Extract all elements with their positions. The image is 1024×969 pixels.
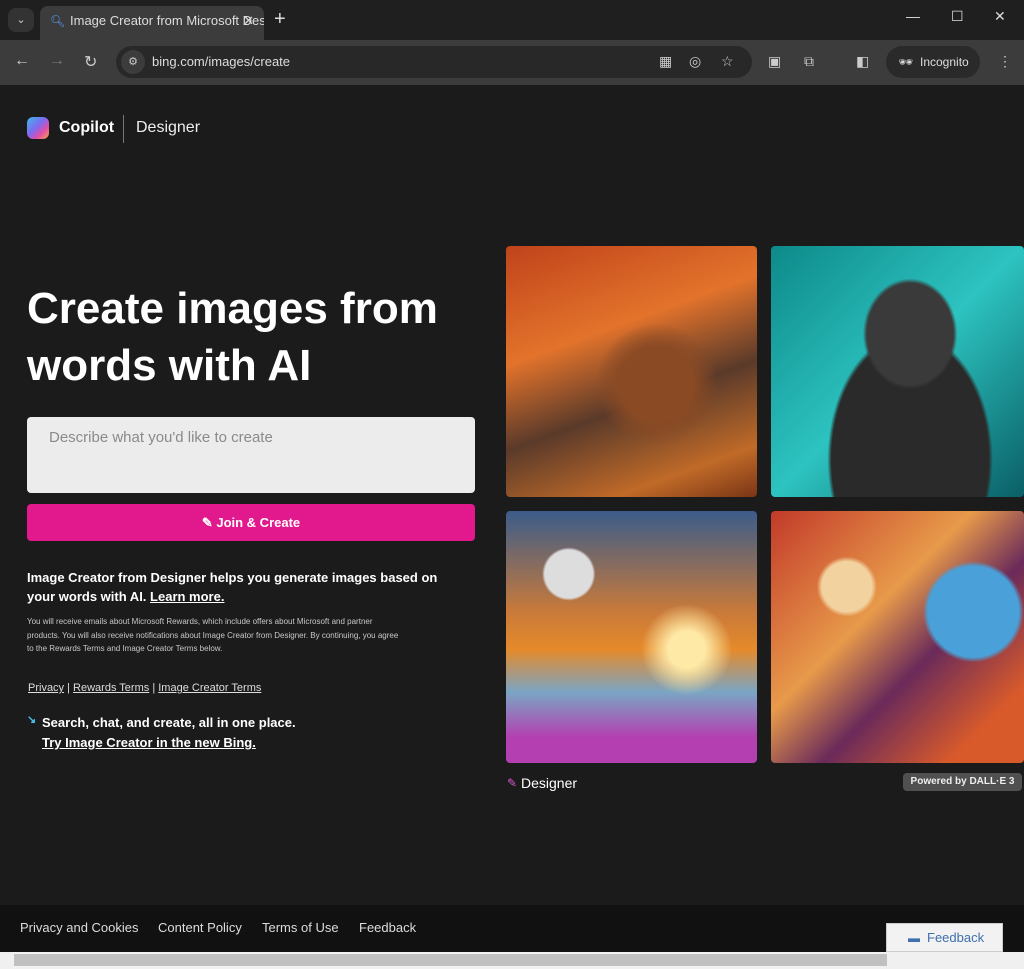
divider	[123, 115, 124, 143]
prompt-input[interactable]	[27, 417, 475, 493]
learn-more-link[interactable]: Learn more.	[150, 589, 224, 604]
footer	[0, 905, 1024, 952]
puzzle-icon[interactable]: ⧉	[804, 53, 814, 70]
side-panel-icon[interactable]: ◧	[856, 53, 869, 70]
designer-logo-icon: ✎	[507, 776, 518, 790]
back-icon[interactable]: ←	[14, 52, 30, 70]
scrollbar-thumb[interactable]	[14, 954, 887, 966]
browser-tab[interactable]: 🔍︎ Image Creator from Microsoft Designer✕	[40, 6, 264, 40]
separator: |	[152, 682, 156, 694]
privacy-link[interactable]: Privacy	[28, 682, 64, 694]
footer-content-policy-link[interactable]: Content Policy	[158, 920, 242, 935]
chat-bubble-icon: ▬	[908, 931, 920, 945]
maximize-icon[interactable]: ☐	[951, 8, 964, 25]
join-create-label: Join & Create	[216, 514, 301, 530]
powered-by-badge: Powered by DALL·E 3	[903, 773, 1022, 791]
sample-image-robot[interactable]	[771, 246, 1024, 497]
footer-terms-link[interactable]: Terms of Use	[262, 920, 339, 935]
qr-code-icon[interactable]: ▦	[659, 53, 672, 70]
extension-icon[interactable]: ▣	[768, 53, 781, 70]
image-creator-terms-link[interactable]: Image Creator Terms	[158, 682, 261, 694]
tab-title: Image Creator from Microsoft Designer	[70, 13, 264, 28]
minimize-icon[interactable]: —	[906, 8, 920, 24]
rewards-terms-link[interactable]: Rewards Terms	[73, 682, 149, 694]
eye-off-icon[interactable]: ◎	[689, 53, 701, 70]
sample-image-lanterns[interactable]	[771, 511, 1024, 763]
incognito-badge[interactable]: 🕶︎ Incognito	[886, 46, 980, 78]
terms-links: Privacy | Rewards Terms | Image Creator …	[28, 682, 261, 694]
reload-icon[interactable]: ↻	[84, 52, 97, 72]
incognito-label: Incognito	[920, 55, 969, 69]
join-create-button[interactable]: ✎ Join & Create	[27, 504, 475, 541]
brand-name[interactable]: Copilot	[59, 119, 114, 137]
product-name[interactable]: Designer	[136, 119, 200, 137]
footer-feedback-link[interactable]: Feedback	[359, 920, 416, 935]
close-window-icon[interactable]: ✕	[994, 8, 1006, 25]
brush-icon: ✎	[201, 514, 217, 530]
separator: |	[67, 682, 70, 694]
feedback-label: Feedback	[927, 930, 985, 945]
promo-text: Search, chat, and create, all in one pla…	[42, 715, 296, 730]
fine-print: You will receive emails about Microsoft …	[27, 617, 399, 653]
feedback-button[interactable]: ▬ Feedback	[886, 923, 1003, 952]
search-icon: 🔍︎	[50, 14, 66, 28]
star-icon[interactable]: ☆	[721, 53, 734, 70]
page-title: Create images from words with AI	[27, 284, 438, 390]
sample-image-cabin[interactable]	[506, 246, 757, 497]
incognito-icon: 🕶︎	[898, 55, 914, 69]
menu-icon[interactable]: ⋮	[998, 53, 1012, 70]
designer-label: Designer	[521, 775, 578, 791]
footer-privacy-link[interactable]: Privacy and Cookies	[20, 920, 139, 935]
bing-promo: ↘ Search, chat, and create, all in one pl…	[27, 713, 296, 753]
intro-description: Image Creator from Designer helps you ge…	[27, 570, 438, 604]
tab-list-dropdown-icon[interactable]: ⌄	[8, 8, 34, 32]
forward-icon[interactable]: →	[49, 52, 65, 70]
sample-image-landscape[interactable]	[506, 511, 757, 763]
bing-arrow-icon: ↘	[27, 714, 37, 726]
address-bar[interactable]: ⚙ bing.com/images/create	[116, 46, 752, 78]
copilot-logo[interactable]	[27, 117, 49, 139]
intro-text: Image Creator from Designer helps you ge…	[27, 568, 467, 606]
close-tab-icon[interactable]: ✕	[243, 6, 254, 36]
site-settings-icon[interactable]: ⚙	[121, 50, 145, 74]
url-text[interactable]: bing.com/images/create	[152, 54, 290, 69]
new-tab-button[interactable]: +	[274, 8, 286, 31]
try-new-bing-link[interactable]: Try Image Creator in the new Bing.	[42, 735, 256, 750]
